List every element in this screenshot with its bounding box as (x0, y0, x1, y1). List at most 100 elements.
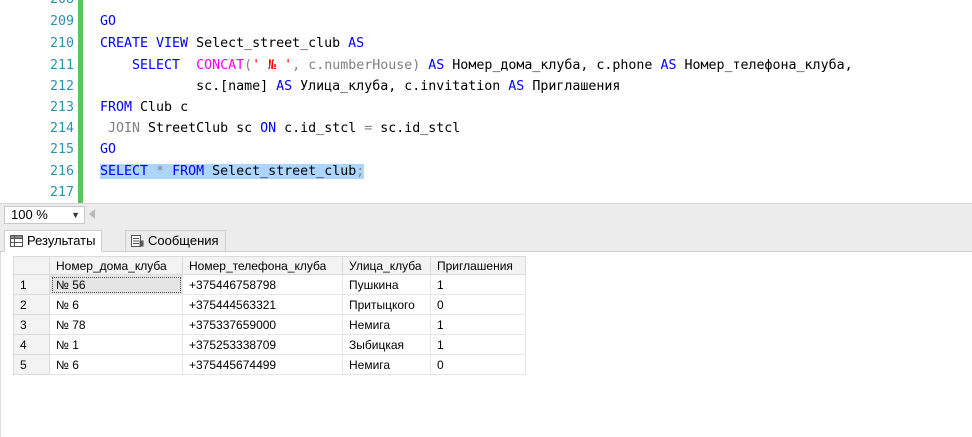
line-number: 212 (49, 79, 74, 94)
code-line-214[interactable]: JOIN StreetClub sc ON c.id_stcl = sc.id_… (100, 118, 460, 139)
string-literal: ' № ' (252, 58, 293, 73)
query-editor[interactable]: 208 209 210 211 212 213 214 215 216 217 … (0, 0, 972, 203)
table-ref: StreetClub sc (140, 121, 261, 136)
line-number: 217 (49, 185, 74, 200)
code-line-210[interactable]: CREATE VIEW Select_street_club AS (100, 33, 364, 54)
column-ref: sc.[name] (100, 79, 277, 94)
grid-cell[interactable]: 1 (430, 274, 526, 295)
keyword-as: AS (660, 58, 677, 73)
line-number: 215 (49, 142, 74, 157)
grid-cell[interactable]: 0 (430, 354, 526, 375)
line-number: 209 (49, 14, 74, 29)
keyword-create-view: CREATE VIEW (100, 36, 189, 51)
view-ref: Select_street_club (204, 164, 357, 179)
table-row[interactable]: 3 № 78 +375337659000 Немига 1 (13, 314, 526, 335)
grid-cell[interactable]: 1 (430, 314, 526, 335)
grid-cell[interactable]: № 1 (49, 334, 183, 355)
tab-messages[interactable]: Сообщения (125, 230, 226, 252)
keyword-as: AS (428, 58, 445, 73)
table-row[interactable]: 2 № 6 +375444563321 Притыцкого 0 (13, 294, 526, 315)
table-row[interactable]: 1 № 56 +375446758798 Пушкина 1 (13, 274, 526, 295)
code-line-213[interactable]: FROM Club c (100, 97, 188, 118)
line-number: 213 (49, 100, 74, 115)
grid-cell[interactable]: Немига (342, 354, 431, 375)
column-header[interactable]: Номер_дома_клуба (49, 256, 183, 275)
grid-cell[interactable]: +375253338709 (182, 334, 343, 355)
column-header[interactable]: Приглашения (430, 256, 526, 275)
grid-cell[interactable]: +375444563321 (182, 294, 343, 315)
row-number[interactable]: 2 (13, 294, 50, 315)
code-line-215[interactable]: GO (100, 139, 116, 160)
row-number[interactable]: 3 (13, 314, 50, 335)
grid-corner[interactable] (13, 256, 50, 275)
grid-header-row: Номер_дома_клуба Номер_телефона_клуба Ул… (13, 256, 526, 275)
column-header[interactable]: Номер_телефона_клуба (182, 256, 343, 275)
line-number: 211 (49, 58, 74, 73)
keyword-as: AS (276, 79, 293, 94)
keyword-from: FROM (172, 164, 205, 179)
chevron-down-icon[interactable]: ▼ (71, 207, 80, 223)
line-number: 214 (49, 121, 74, 136)
keyword-as: AS (348, 36, 365, 51)
keyword-select: SELECT (100, 164, 149, 179)
selected-text[interactable]: SELECT * FROM Select_street_club; (100, 164, 365, 179)
line-number-gutter: 208 209 210 211 212 213 214 215 216 217 (0, 0, 74, 203)
column-header[interactable]: Улица_клуба (342, 256, 431, 275)
grid-cell[interactable]: № 78 (49, 314, 183, 335)
grid-cell[interactable]: Немига (342, 314, 431, 335)
results-grid-pane[interactable]: Номер_дома_клуба Номер_телефона_клуба Ул… (0, 252, 972, 437)
grid-cell[interactable]: +375445674499 (182, 354, 343, 375)
messages-icon (131, 235, 144, 247)
results-tab-strip: Результаты Сообщения (0, 225, 972, 252)
code-line-212[interactable]: sc.[name] AS Улица_клуба, c.invitation A… (100, 76, 620, 97)
grid-cell[interactable]: Притыцкого (342, 294, 431, 315)
scroll-left-icon[interactable] (89, 209, 95, 219)
table-row[interactable]: 5 № 6 +375445674499 Немига 0 (13, 354, 526, 375)
tab-messages-label: Сообщения (148, 233, 219, 248)
paren: ( (244, 58, 253, 73)
keyword-go: GO (100, 142, 117, 157)
grid-cell[interactable]: № 56 (49, 274, 183, 295)
grid-cell[interactable]: № 6 (49, 354, 183, 375)
change-tracking-bar (78, 0, 83, 203)
tab-results-label: Результаты (27, 233, 96, 248)
alias-text: Приглашения (524, 79, 621, 94)
grid-cell[interactable]: № 6 (49, 294, 183, 315)
row-number[interactable]: 4 (13, 334, 50, 355)
editor-status-bar: 100 % ▼ (0, 203, 972, 225)
row-number[interactable]: 1 (13, 274, 50, 295)
alias-text: Улица_клуба, c.invitation (292, 79, 509, 94)
function-concat: CONCAT (196, 58, 245, 73)
tab-results[interactable]: Результаты (4, 230, 103, 252)
code-line-209[interactable]: GO (100, 11, 116, 32)
code-line-211[interactable]: SELECT CONCAT(' № ', c.numberHouse) AS Н… (100, 55, 853, 76)
grid-cell[interactable]: +375446758798 (182, 274, 343, 295)
code-line-216[interactable]: SELECT * FROM Select_street_club; (100, 161, 365, 182)
keyword-select: SELECT (132, 58, 181, 73)
alias-text: Номер_телефона_клуба, (676, 58, 853, 73)
grid-cell[interactable]: Пушкина (342, 274, 431, 295)
grid-cell[interactable]: 1 (430, 334, 526, 355)
column-ref: , c.numberHouse) (292, 58, 429, 73)
grid-cell[interactable]: Зыбицкая (342, 334, 431, 355)
keyword-join: JOIN (108, 121, 141, 136)
grid-icon (10, 235, 23, 247)
row-number[interactable]: 5 (13, 354, 50, 375)
keyword-as: AS (508, 79, 525, 94)
view-name: Select_street_club (188, 36, 349, 51)
alias-text: Номер_дома_клуба, c.phone (444, 58, 661, 73)
zoom-select[interactable]: 100 % ▼ (4, 206, 85, 224)
results-grid[interactable]: Номер_дома_клуба Номер_телефона_клуба Ул… (13, 256, 526, 375)
zoom-value: 100 % (11, 207, 48, 222)
grid-cell[interactable]: 0 (430, 294, 526, 315)
table-ref: Club c (132, 100, 189, 115)
keyword-from: FROM (100, 100, 133, 115)
semicolon: ; (356, 164, 365, 179)
column-ref: sc.id_stcl (372, 121, 461, 136)
table-row[interactable]: 4 № 1 +375253338709 Зыбицкая 1 (13, 334, 526, 355)
line-number: 216 (49, 164, 74, 179)
grid-cell[interactable]: +375337659000 (182, 314, 343, 335)
